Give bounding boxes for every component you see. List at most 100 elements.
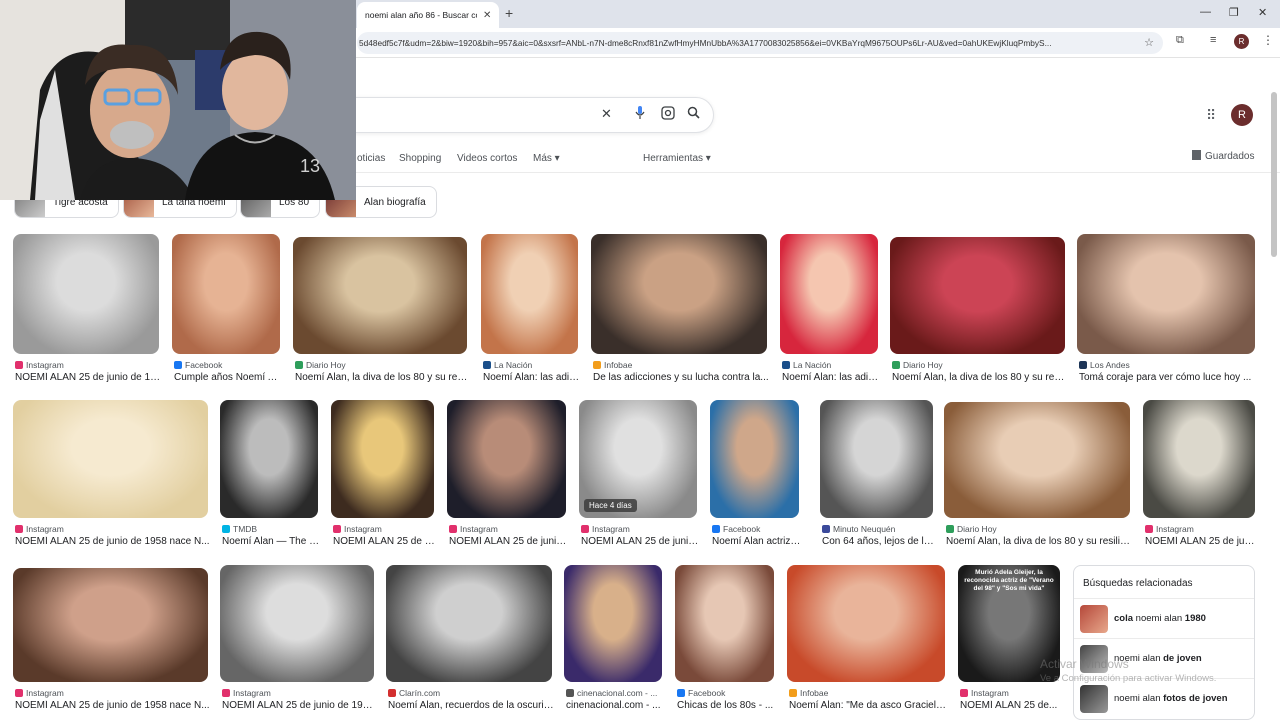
result-thumbnail[interactable] [331,400,434,518]
result-source[interactable]: Clarín.com [388,688,440,698]
bookmark-star-icon[interactable]: ☆ [1144,36,1154,49]
tab-shopping[interactable]: Shopping [399,153,441,164]
restore-icon[interactable]: ❐ [1229,6,1239,19]
browser-tab[interactable]: noemi alan año 86 - Buscar con ✕ [357,2,499,28]
result-source[interactable]: TMDB [222,524,257,534]
result-caption[interactable]: Tomá coraje para ver cómo luce hoy ... [1079,372,1257,383]
result-source[interactable]: Diario Hoy [295,360,346,370]
result-caption[interactable]: Noemí Alan: "Me da asco Graciela... [789,700,947,711]
result-thumbnail[interactable] [293,237,467,354]
image-result[interactable]: La Nación Noemí Alan: las adicciones [780,234,880,392]
account-avatar[interactable]: R [1231,104,1253,126]
result-caption[interactable]: Cumple años Noemí Alan... [174,372,282,383]
result-source[interactable]: Diario Hoy [892,360,943,370]
result-source[interactable]: Instagram [581,524,630,534]
image-result[interactable]: Infobae De las adicciones y su lucha cont… [591,234,769,392]
result-caption[interactable]: Chicas de los 80s - ... [677,700,776,711]
result-caption[interactable]: Noemí Alan, recuerdos de la oscuridad... [388,700,554,711]
result-thumbnail[interactable] [787,565,945,682]
image-result[interactable]: Instagram NOEMÍ ALAN 25 de junio de 1958 [447,400,568,556]
result-caption[interactable]: NOEMÍ ALAN 25 de... [960,700,1062,711]
image-result[interactable]: Facebook Noemí Alan actriz argentina [710,400,801,556]
result-thumbnail[interactable]: Hace 4 días [579,400,697,518]
image-result[interactable]: Infobae Noemí Alan: "Me da asco Graciela.… [787,565,947,720]
image-result[interactable]: cinenacional.com - ... cinenacional.com -… [564,565,662,720]
result-thumbnail[interactable] [13,568,208,682]
result-thumbnail[interactable] [710,400,799,518]
result-thumbnail[interactable] [386,565,552,682]
image-result[interactable]: Diario Hoy Noemí Alan, la diva de los 80 … [890,237,1067,392]
result-source[interactable]: Facebook [677,688,725,698]
image-result[interactable]: Minuto Neuquén Con 64 años, lejos de la T… [820,400,935,556]
result-thumbnail[interactable] [591,234,767,354]
result-caption[interactable]: Noemí Alan, la diva de los 80 y su resil… [946,536,1132,547]
result-caption[interactable]: NOEMÍ ALAN 25 de junio de 1958 [333,536,436,547]
tab-mas[interactable]: Más ▾ [533,153,560,164]
result-thumbnail[interactable] [1077,234,1255,354]
image-result[interactable]: Instagram NOEMÍ ALAN 25 de junio de 1958 [331,400,436,556]
image-result[interactable]: Instagram NOEMÍ ALAN 25 de junio de 1958 … [13,234,161,392]
result-source[interactable]: Instagram [960,688,1009,698]
result-thumbnail[interactable] [13,400,208,518]
clear-search-icon[interactable]: ✕ [601,106,612,122]
new-tab-icon[interactable]: + [505,5,513,21]
tab-noticias[interactable]: oticias [357,153,385,164]
google-apps-icon[interactable]: ⠿ [1206,107,1216,124]
extensions-icon[interactable]: ⧉ [1176,34,1184,47]
tab-videos-cortos[interactable]: Videos cortos [457,153,517,164]
result-caption[interactable]: NOEMÍ ALAN 25 de junio de 1958 [581,536,699,547]
result-caption[interactable]: Noemí Alan — The Movie Database [222,536,320,547]
result-source[interactable]: Instagram [449,524,498,534]
result-source[interactable]: Instagram [15,688,64,698]
image-result[interactable]: Facebook Chicas de los 80s - ... [675,565,774,720]
result-source[interactable]: Infobae [789,688,828,698]
image-result[interactable]: Diario Hoy Noemí Alan, la diva de los 80 … [293,237,469,392]
result-caption[interactable]: Con 64 años, lejos de la TV [822,536,935,547]
result-source[interactable]: Los Andes [1079,360,1130,370]
tab-close-icon[interactable]: ✕ [483,10,491,21]
search-icon[interactable] [687,106,700,122]
image-result[interactable]: La Nación Noemí Alan: las adicciones [481,234,580,392]
result-caption[interactable]: cinenacional.com - ... [566,700,664,711]
result-thumbnail[interactable] [820,400,933,518]
image-result[interactable]: Facebook Cumple años Noemí Alan... [172,234,282,392]
page-scrollbar[interactable] [1271,92,1277,257]
result-caption[interactable]: Noemí Alan actriz argentina [712,536,801,547]
browser-menu-icon[interactable]: ⋮ [1262,33,1274,47]
result-source[interactable]: Instagram [1145,524,1194,534]
related-search-item[interactable]: noemi alan fotos de joven [1074,678,1254,718]
result-thumbnail[interactable] [447,400,566,518]
result-caption[interactable]: Noemí Alan, la diva de los 80 y su resil… [295,372,469,383]
image-result[interactable]: Instagram NOEMÍ ALAN 25 de junio de 1958 … [13,568,210,720]
related-search-item[interactable]: cola noemi alan 1980 [1074,598,1254,638]
result-source[interactable]: Infobae [593,360,632,370]
image-result[interactable]: Clarín.com Noemí Alan, recuerdos de la os… [386,565,554,720]
image-result[interactable]: Instagram NOEMÍ ALAN 25 de junio de 1958 … [13,400,210,556]
result-caption[interactable]: NOEMÍ ALAN 25 de junio de 1958 nace N... [222,700,376,711]
image-result[interactable]: Instagram NOEMÍ ALAN 25 de junio de 1958 [1143,400,1257,556]
result-caption[interactable]: NOEMÍ ALAN 25 de junio de 1958 nace N... [15,372,161,383]
image-result[interactable]: Instagram NOEMÍ ALAN 25 de junio de 1958 … [220,565,376,720]
result-source[interactable]: Instagram [15,524,64,534]
result-source[interactable]: Instagram [222,688,271,698]
result-thumbnail[interactable] [564,565,662,682]
image-result[interactable]: Los Andes Tomá coraje para ver cómo luce … [1077,234,1255,392]
result-thumbnail[interactable] [1143,400,1255,518]
result-source[interactable]: La Nación [483,360,532,370]
minimize-icon[interactable]: — [1200,6,1211,18]
result-source[interactable]: Instagram [15,360,64,370]
result-caption[interactable]: NOEMÍ ALAN 25 de junio de 1958 nace N... [15,700,210,711]
saved-button[interactable]: Guardados [1192,150,1254,162]
url-input[interactable]: 5d48edf5c7f&udm=2&biw=1920&bih=957&aic=0… [357,32,1163,54]
voice-search-icon[interactable] [635,106,645,123]
result-caption[interactable]: Noemí Alan: las adicciones [782,372,880,383]
image-result[interactable]: TMDB Noemí Alan — The Movie Database [220,400,320,556]
result-thumbnail[interactable] [172,234,280,354]
result-caption[interactable]: De las adicciones y su lucha contra la..… [593,372,769,383]
result-source[interactable]: Minuto Neuquén [822,524,895,534]
result-source[interactable]: cinenacional.com - ... [566,688,657,698]
result-thumbnail[interactable] [220,565,374,682]
result-thumbnail[interactable] [220,400,318,518]
reading-list-icon[interactable]: ≡ [1210,34,1216,46]
tools-button[interactable]: Herramientas ▾ [643,153,711,164]
